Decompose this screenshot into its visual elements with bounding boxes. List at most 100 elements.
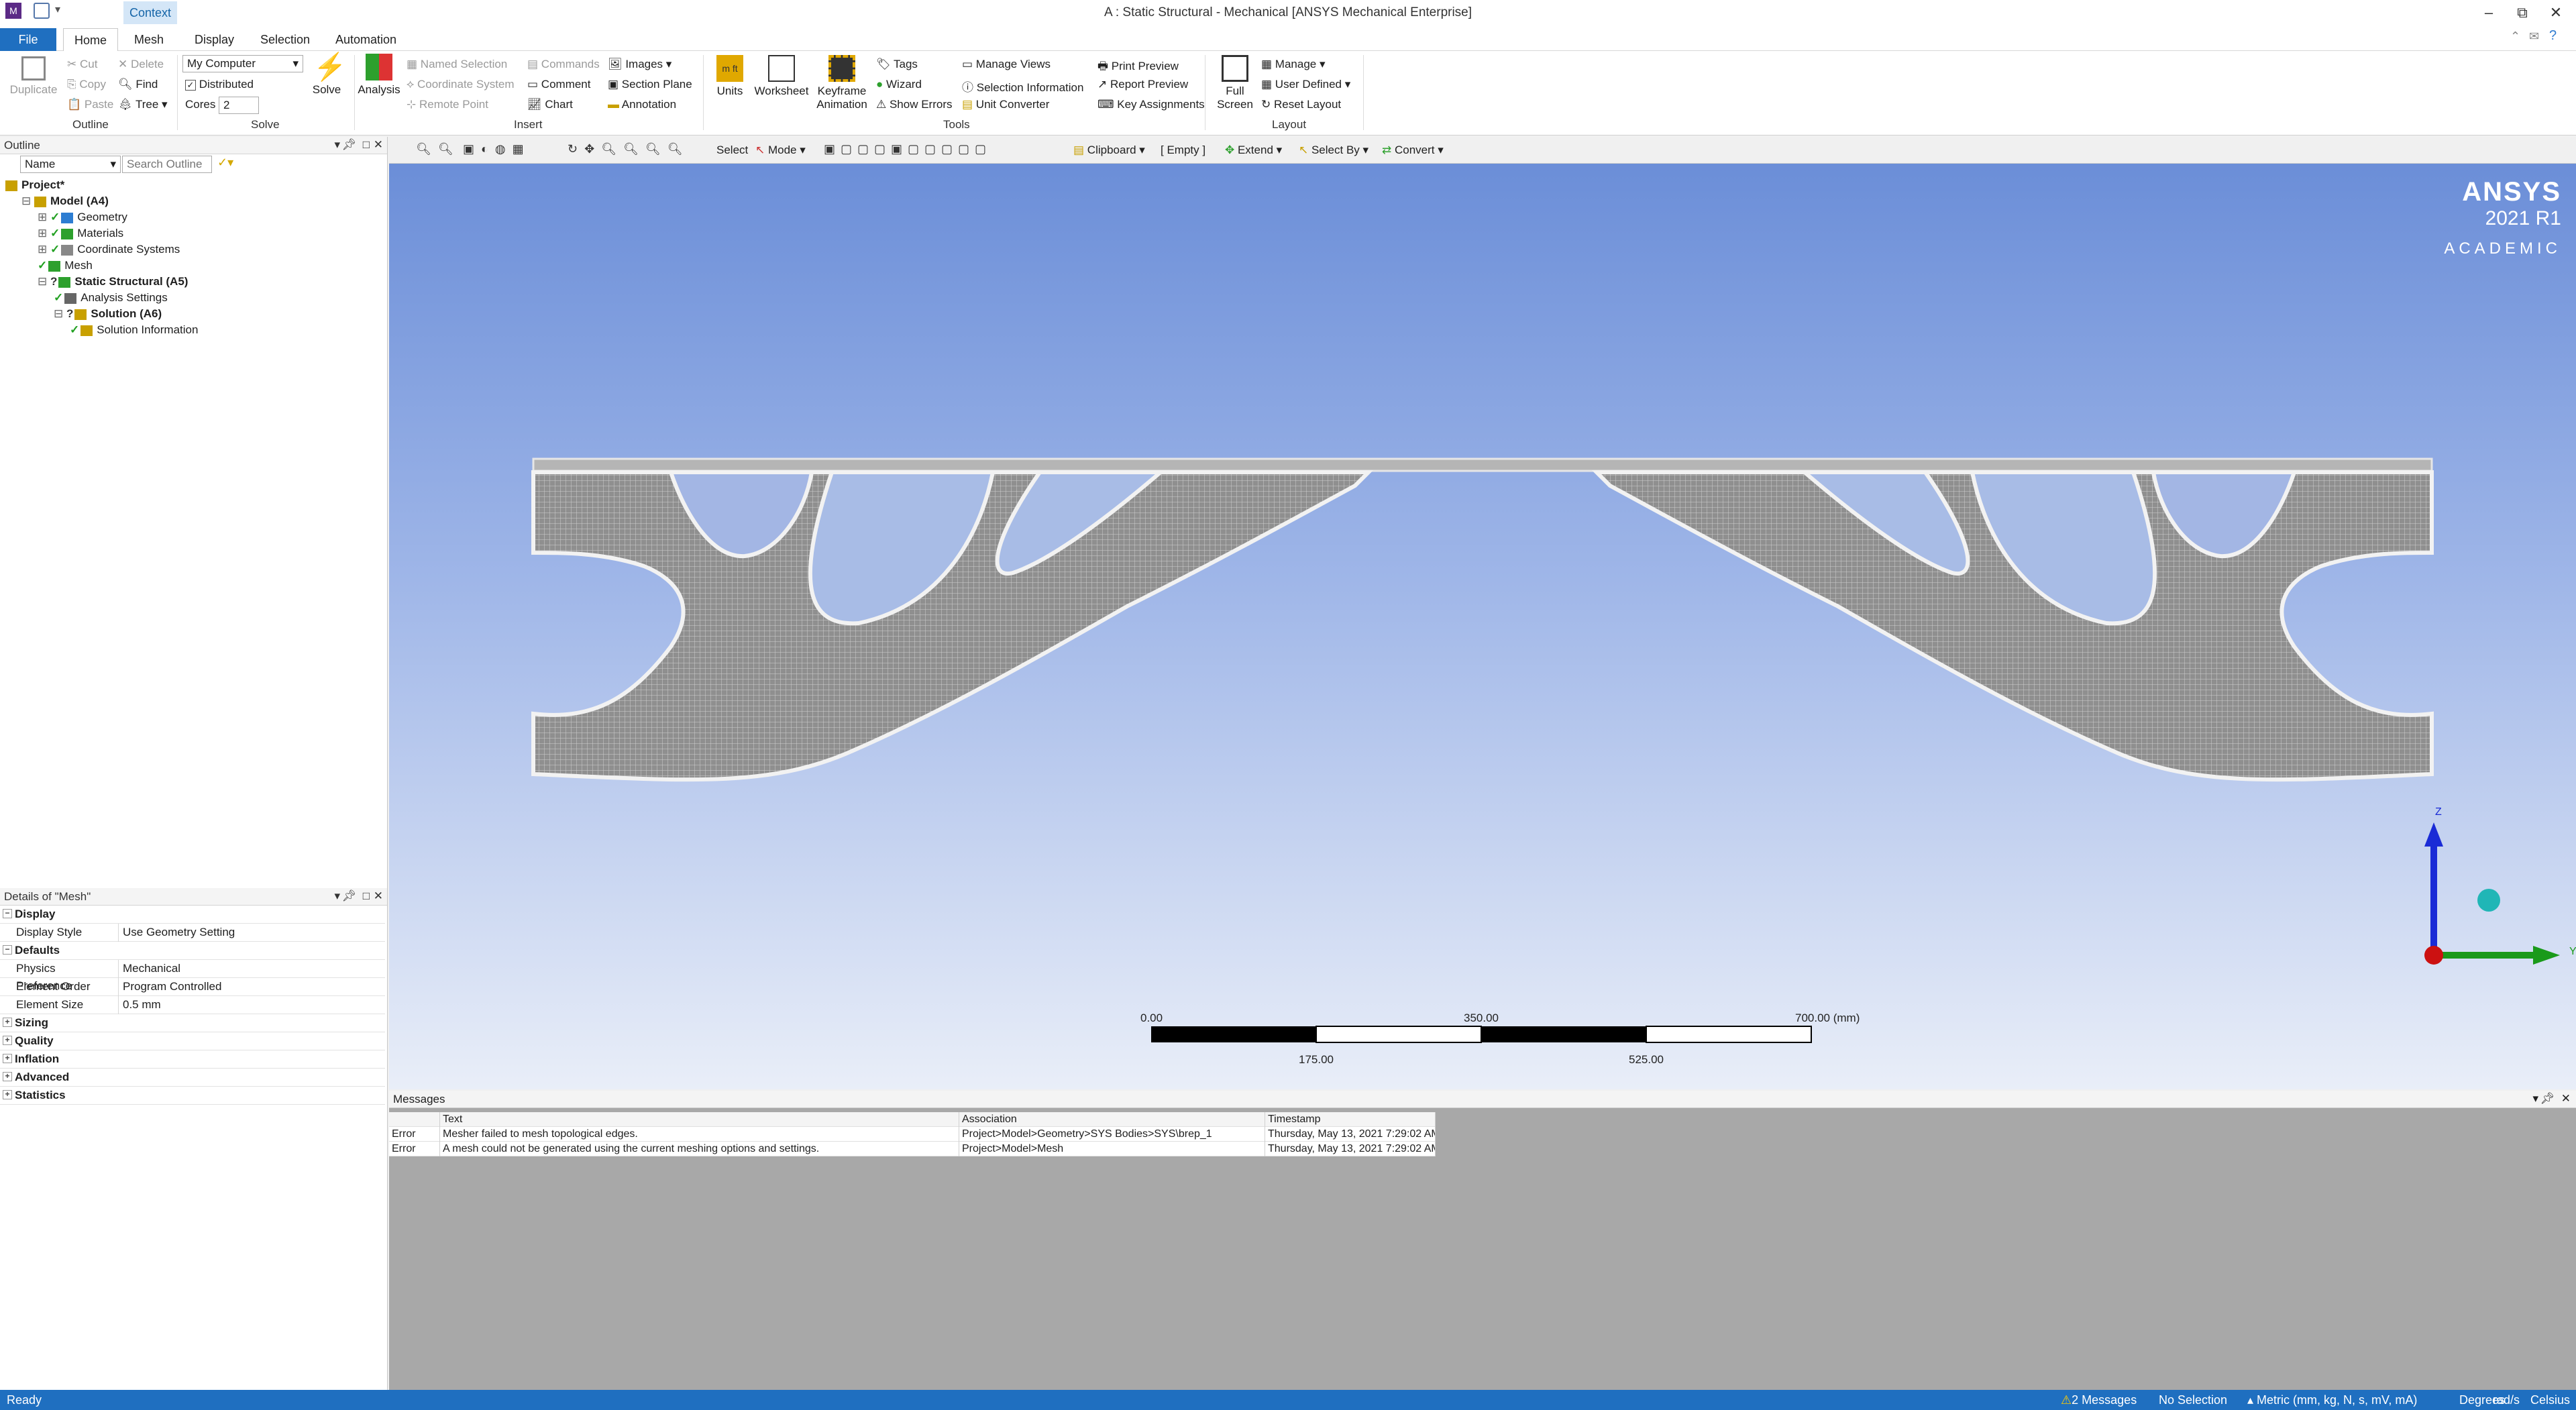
tree-item[interactable]: ✓ Solution Information: [0, 322, 387, 338]
tree-item[interactable]: ⊟ Model (A4): [0, 193, 387, 209]
user-defined-button[interactable]: ▦ User Defined ▾: [1261, 78, 1350, 91]
message-row[interactable]: Error Mesher failed to mesh topological …: [389, 1127, 1436, 1142]
close-icon[interactable]: ✕: [374, 138, 383, 152]
dropdown-icon[interactable]: ▾: [334, 889, 340, 903]
clipboard-button[interactable]: ▤ Clipboard ▾: [1073, 144, 1145, 157]
maximize-icon[interactable]: □: [363, 889, 370, 903]
pin-icon[interactable]: 📌︎: [2540, 1092, 2555, 1105]
details-category[interactable]: + Sizing: [0, 1014, 385, 1032]
column-header-timestamp[interactable]: Timestamp: [1265, 1112, 1436, 1127]
comment-button[interactable]: ▭ Comment: [527, 78, 590, 91]
status-rotation-unit[interactable]: rad/s: [2493, 1390, 2520, 1410]
duplicate-button[interactable]: Duplicate: [7, 56, 60, 97]
report-preview-button[interactable]: ↗ Report Preview: [1097, 78, 1188, 91]
dropdown-icon[interactable]: ▾: [334, 138, 340, 152]
tree-item[interactable]: ⊞ ✓ Geometry: [0, 209, 387, 225]
manage-button[interactable]: ▦ Manage ▾: [1261, 58, 1326, 71]
full-screen-button[interactable]: Full Screen: [1212, 55, 1258, 111]
details-property[interactable]: Element Order Program Controlled: [0, 978, 385, 996]
column-header-text[interactable]: Text: [440, 1112, 959, 1127]
tree-item[interactable]: ⊟ ? Solution (A6): [0, 306, 387, 322]
outline-filter-select[interactable]: Name ▾: [20, 156, 121, 173]
chart-button[interactable]: 📈︎ Chart: [527, 98, 573, 111]
expand-icon[interactable]: ⊞: [38, 211, 50, 223]
details-property-value[interactable]: Mechanical: [118, 960, 385, 978]
details-category[interactable]: + Advanced: [0, 1069, 385, 1087]
maximize-icon[interactable]: □: [363, 138, 370, 152]
show-errors-button[interactable]: ⚠︎ Show Errors: [876, 98, 953, 111]
analysis-button[interactable]: Analysis: [357, 54, 401, 97]
copy-button[interactable]: ⎘ Copy: [67, 78, 106, 91]
close-button[interactable]: ✕: [2542, 4, 2569, 21]
reset-layout-button[interactable]: ↻ Reset Layout: [1261, 98, 1341, 111]
units-button[interactable]: m ft Units: [710, 55, 750, 98]
collapse-ribbon-icon[interactable]: ⌃: [2510, 30, 2520, 44]
status-messages[interactable]: ⚠2 Messages: [2061, 1390, 2137, 1410]
collapse-icon[interactable]: −: [3, 909, 12, 918]
tab-selection[interactable]: Selection: [250, 28, 321, 51]
column-header-type[interactable]: [389, 1112, 440, 1127]
details-category[interactable]: + Quality: [0, 1032, 385, 1050]
paste-button[interactable]: 📋 Paste: [67, 98, 113, 111]
dropdown-icon[interactable]: ▾: [2532, 1092, 2538, 1105]
expand-icon[interactable]: ⊟: [21, 195, 34, 207]
details-property-value[interactable]: Program Controlled: [118, 978, 385, 996]
tab-home[interactable]: Home: [63, 28, 119, 51]
solve-button[interactable]: ⚡ Solve: [303, 54, 350, 97]
coordinate-system-button[interactable]: ⟡ Coordinate System: [407, 78, 515, 91]
details-category[interactable]: + Inflation: [0, 1050, 385, 1069]
tab-mesh[interactable]: Mesh: [123, 28, 174, 51]
commands-button[interactable]: ▤ Commands: [527, 58, 600, 71]
details-property[interactable]: Physics Preference Mechanical: [0, 960, 385, 992]
details-category[interactable]: + Statistics: [0, 1087, 385, 1105]
expand-icon[interactable]: ⊟: [54, 307, 66, 320]
tab-display[interactable]: Display: [184, 28, 245, 51]
tree-item[interactable]: Project*: [0, 177, 387, 193]
message-row[interactable]: Error A mesh could not be generated usin…: [389, 1142, 1436, 1156]
section-plane-button[interactable]: ▣ Section Plane: [608, 78, 692, 91]
solve-target-select[interactable]: My Computer ▾: [182, 55, 303, 72]
cores-input[interactable]: 2: [219, 97, 259, 114]
minimize-button[interactable]: –: [2475, 4, 2502, 21]
expand-icon[interactable]: ⊟: [38, 275, 50, 288]
display-mode-icons[interactable]: ▣◐◍▦: [463, 142, 531, 156]
convert-button[interactable]: ⇄ Convert ▾: [1382, 144, 1444, 157]
mode-button[interactable]: ↖ Mode ▾: [755, 144, 806, 157]
annotation-button[interactable]: ▬ Annotation: [608, 98, 676, 111]
tree-item[interactable]: ⊞ ✓ Materials: [0, 225, 387, 241]
restore-button[interactable]: ⧉: [2509, 4, 2536, 21]
graphics-viewport[interactable]: ANSYS 2021 R1 ACADEMIC 0.00 350.00 700.0…: [389, 164, 2576, 1089]
tree-item[interactable]: ✓ Mesh: [0, 258, 387, 274]
manage-views-button[interactable]: ▭ Manage Views: [962, 58, 1051, 71]
remote-point-button[interactable]: ⊹ Remote Point: [407, 98, 488, 111]
wizard-button[interactable]: ● Wizard: [876, 78, 922, 91]
print-preview-button[interactable]: 🖶︎ Print Preview: [1097, 58, 1179, 77]
key-assignments-button[interactable]: ⌨ Key Assignments: [1097, 98, 1205, 111]
zoom-tools-icon[interactable]: 🔍︎🔍︎: [416, 142, 460, 156]
filter-icon[interactable]: ✓▾: [217, 156, 233, 170]
distributed-checkbox[interactable]: ✓ Distributed: [185, 78, 254, 91]
selection-information-button[interactable]: ⓘ Selection Information: [962, 78, 1083, 95]
expand-icon[interactable]: ⊞: [38, 227, 50, 239]
collapse-icon[interactable]: −: [3, 945, 12, 955]
expand-icon[interactable]: +: [3, 1054, 12, 1063]
tab-file[interactable]: File: [0, 28, 56, 51]
tree-item[interactable]: ⊟ ? Static Structural (A5): [0, 274, 387, 290]
images-button[interactable]: 🖼︎ Images ▾: [608, 58, 672, 71]
expand-icon[interactable]: +: [3, 1018, 12, 1027]
expand-icon[interactable]: +: [3, 1090, 12, 1099]
find-button[interactable]: 🔍︎ Find: [118, 78, 158, 91]
tree-item[interactable]: ⊞ ✓ Coordinate Systems: [0, 241, 387, 258]
pin-icon[interactable]: 📌︎: [341, 138, 356, 152]
worksheet-button[interactable]: Worksheet: [753, 55, 810, 98]
model-view[interactable]: [389, 164, 2576, 1089]
expand-icon[interactable]: +: [3, 1072, 12, 1081]
iso-view-ball[interactable]: [2477, 889, 2500, 912]
status-temperature-unit[interactable]: Celsius: [2530, 1390, 2570, 1410]
close-icon[interactable]: ✕: [374, 889, 383, 903]
status-units[interactable]: ▴ Metric (mm, kg, N, s, mV, mA): [2247, 1390, 2417, 1410]
select-by-button[interactable]: ↖ Select By ▾: [1299, 144, 1368, 157]
keyframe-animation-button[interactable]: Keyframe Animation: [813, 55, 871, 111]
details-property[interactable]: Display Style Use Geometry Setting: [0, 924, 385, 942]
outline-search-input[interactable]: [122, 156, 212, 173]
